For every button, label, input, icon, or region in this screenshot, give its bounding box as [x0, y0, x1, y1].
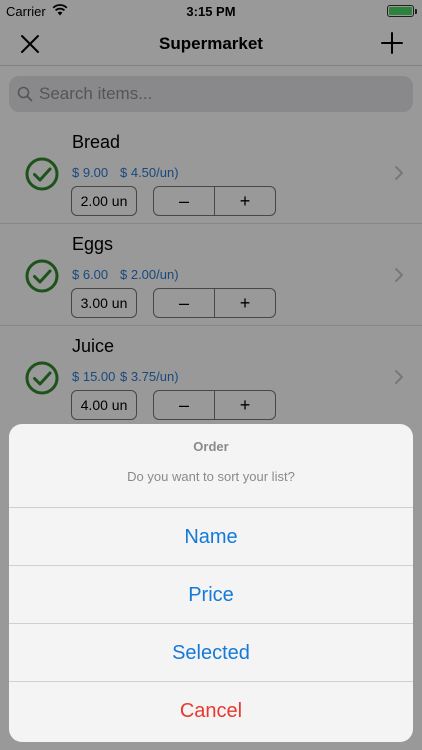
cancel-button[interactable]: Cancel [9, 682, 413, 740]
sort-by-name-button[interactable]: Name [9, 508, 413, 566]
action-sheet-header: Order Do you want to sort your list? [9, 424, 413, 508]
action-sheet-message: Do you want to sort your list? [127, 469, 295, 484]
sort-by-selected-button[interactable]: Selected [9, 624, 413, 682]
action-sheet-title: Order [193, 439, 229, 454]
action-sheet: Order Do you want to sort your list? Nam… [9, 424, 413, 742]
sort-by-price-button[interactable]: Price [9, 566, 413, 624]
